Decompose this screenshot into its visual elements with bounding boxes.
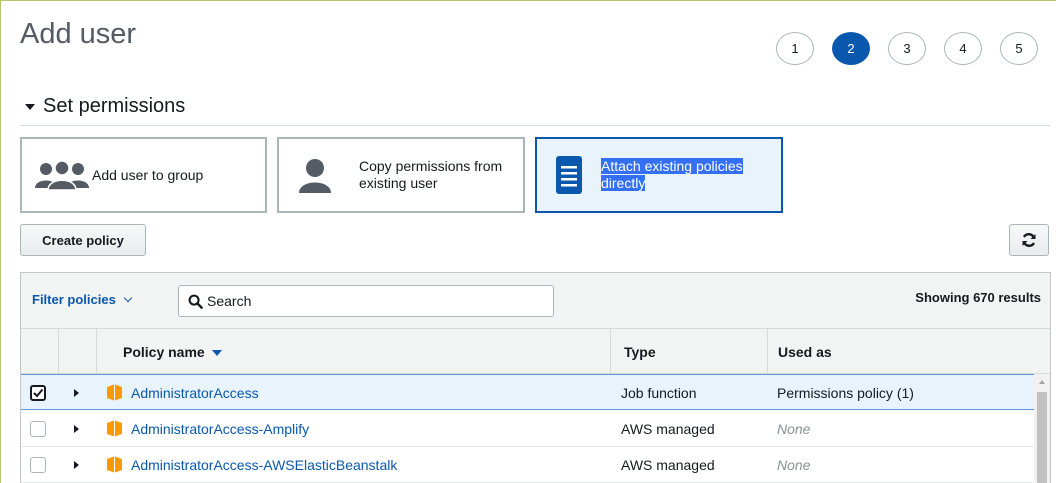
- table-row[interactable]: AdministratorAccess Job function Permiss…: [21, 374, 1034, 410]
- policy-type: Job function: [621, 385, 697, 401]
- table-scrollbar[interactable]: [1034, 374, 1050, 483]
- expand-column-header: [58, 329, 96, 374]
- policy-name-link[interactable]: AdministratorAccess: [131, 385, 259, 401]
- policy-used-as: None: [777, 421, 811, 437]
- refresh-button[interactable]: [1009, 224, 1049, 256]
- column-label: Policy name: [123, 343, 205, 360]
- policy-used-as: None: [777, 457, 811, 473]
- row-checkbox[interactable]: [30, 421, 46, 437]
- option-label-text: Attach existing policies directly: [601, 158, 743, 191]
- column-type[interactable]: Type: [610, 329, 767, 374]
- table-row[interactable]: AdministratorAccess-Amplify AWS managed …: [21, 411, 1034, 447]
- filter-label: Filter policies: [32, 292, 116, 307]
- section-divider: [20, 125, 1050, 126]
- results-count: Showing 670 results: [915, 290, 1041, 305]
- column-policy-name[interactable]: Policy name: [96, 329, 610, 374]
- group-icon: [35, 160, 89, 190]
- policy-type: AWS managed: [621, 421, 715, 437]
- search-icon: [188, 294, 203, 309]
- search-box[interactable]: [178, 285, 554, 317]
- column-label: Type: [624, 343, 656, 360]
- table-row[interactable]: AdministratorAccess-AWSElasticBeanstalk …: [21, 447, 1034, 483]
- column-label: Used as: [778, 343, 832, 360]
- page-title: Add user: [20, 18, 137, 50]
- table-header: Policy name Type Used as: [21, 329, 1050, 374]
- option-label: Add user to group: [92, 166, 204, 183]
- filter-bar: Filter policies Showing 670 results: [21, 273, 1050, 329]
- chevron-down-icon: [123, 293, 133, 302]
- sort-descending-icon: [211, 349, 222, 356]
- step-5[interactable]: 5: [1000, 32, 1038, 65]
- expand-row-icon[interactable]: [74, 389, 79, 397]
- set-permissions-header[interactable]: Set permissions: [25, 95, 185, 118]
- filter-policies-dropdown[interactable]: Filter policies: [32, 292, 133, 307]
- search-input[interactable]: [207, 293, 507, 309]
- row-checkbox[interactable]: [30, 457, 46, 473]
- scrollbar-thumb[interactable]: [1037, 392, 1047, 483]
- create-policy-button[interactable]: Create policy: [20, 224, 146, 256]
- step-2[interactable]: 2: [832, 32, 870, 65]
- step-3[interactable]: 3: [888, 32, 926, 65]
- option-copy-permissions[interactable]: Copy permissions from existing user: [277, 137, 525, 213]
- expand-row-icon[interactable]: [74, 461, 79, 469]
- caret-down-icon: [25, 103, 35, 110]
- column-used-as[interactable]: Used as: [767, 329, 1050, 374]
- policy-icon: [107, 456, 122, 473]
- policy-type: AWS managed: [621, 457, 715, 473]
- step-1[interactable]: 1: [776, 32, 814, 65]
- policy-name-link[interactable]: AdministratorAccess-AWSElasticBeanstalk: [131, 457, 397, 473]
- policy-icon: [107, 384, 122, 401]
- select-column-header: [21, 329, 58, 374]
- expand-row-icon[interactable]: [74, 425, 79, 433]
- policies-table: Filter policies Showing 670 results Poli…: [20, 272, 1051, 483]
- option-label: Copy permissions from existing user: [359, 158, 503, 191]
- option-add-user-to-group[interactable]: Add user to group: [20, 137, 267, 213]
- wizard-steps: 1 2 3 4 5: [776, 32, 1056, 65]
- checkmark-icon: [33, 388, 44, 398]
- section-title: Set permissions: [43, 95, 186, 117]
- option-label: Attach existing policies directly: [601, 158, 771, 192]
- policy-used-as: Permissions policy (1): [777, 385, 914, 401]
- step-4[interactable]: 4: [944, 32, 982, 65]
- refresh-icon: [1022, 233, 1036, 247]
- document-icon: [556, 156, 582, 194]
- policy-name-link[interactable]: AdministratorAccess-Amplify: [131, 421, 309, 437]
- policy-icon: [107, 420, 122, 437]
- row-checkbox[interactable]: [30, 385, 46, 401]
- user-icon: [299, 159, 331, 193]
- scroll-up-arrow-icon[interactable]: [1039, 380, 1045, 384]
- option-attach-policies[interactable]: Attach existing policies directly: [535, 137, 783, 213]
